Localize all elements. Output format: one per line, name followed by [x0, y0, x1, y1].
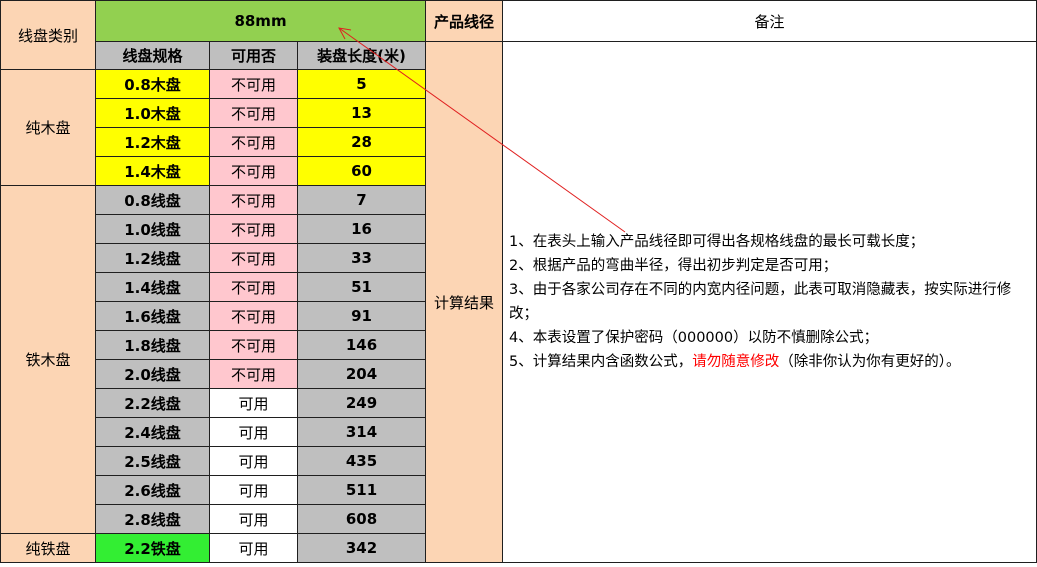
diameter-value: 88mm: [234, 12, 287, 30]
spec-cell: 1.4木盘: [95, 156, 210, 186]
status-cell: 不可用: [209, 156, 298, 186]
length-cell: 33: [296, 243, 427, 273]
spec-cell: 2.6线盘: [95, 475, 210, 505]
availability-header: 可用否: [209, 41, 298, 70]
diameter-input-cell[interactable]: 88mm: [94, 0, 427, 42]
length-cell: 511: [296, 475, 427, 505]
status-cell: 可用: [209, 504, 298, 534]
length-cell: 5: [296, 69, 427, 99]
notes-cell: 1、在表头上输入产品线径即可得出各规格线盘的最长可载长度； 2、根据产品的弯曲半…: [502, 41, 1037, 563]
note-line-4: 4、本表设置了保护密码（000000）以防不慎删除公式；: [509, 330, 879, 346]
spec-cell: 1.6线盘: [95, 301, 210, 331]
length-header: 装盘长度(米): [296, 41, 427, 70]
category-header-text: 线盘类别: [17, 26, 78, 45]
spool-length-sheet: 线盘类别 88mm 产品线径 备注 线盘规格 可用否 装盘长度(米) 计算结果 …: [0, 0, 1037, 563]
result-cell: 计算结果: [425, 41, 504, 563]
spec-cell: 1.8线盘: [95, 330, 210, 360]
spec-cell: 1.2线盘: [95, 243, 210, 273]
spec-cell: 0.8木盘: [95, 69, 210, 99]
status-cell: 不可用: [209, 69, 298, 99]
spec-cell: 0.8线盘: [95, 185, 210, 215]
note-line-5-prefix: 5、计算结果内含函数公式，: [509, 354, 693, 370]
spec-cell: 1.0木盘: [95, 98, 210, 128]
note-line-2: 2、根据产品的弯曲半径，得出初步判定是否可用；: [509, 258, 838, 274]
spec-header: 线盘规格: [95, 41, 210, 70]
group-wood: 纯木盘: [0, 69, 96, 186]
status-cell: 不可用: [209, 301, 298, 331]
length-header-text: 装盘长度(米): [317, 47, 406, 65]
note-line-3: 3、由于各家公司存在不同的内宽内径问题，此表可取消隐藏表，按实际进行修改；: [509, 282, 1012, 322]
group-iron-wood-label: 铁木盘: [25, 351, 71, 369]
status-cell: 不可用: [209, 272, 298, 302]
group-wood-label: 纯木盘: [25, 119, 71, 137]
spec-cell: 2.4线盘: [95, 417, 210, 447]
length-cell: 249: [296, 388, 427, 418]
length-cell: 342: [296, 533, 427, 563]
group-iron: 纯铁盘: [0, 533, 96, 563]
spec-cell: 1.4线盘: [95, 272, 210, 302]
spec-cell: 2.8线盘: [95, 504, 210, 534]
length-cell: 7: [296, 185, 427, 215]
spec-cell: 2.2线盘: [95, 388, 210, 418]
length-cell: 204: [296, 359, 427, 389]
status-cell: 不可用: [209, 98, 298, 128]
spec-cell: 2.0线盘: [95, 359, 210, 389]
product-diameter-text: 产品线径: [434, 12, 495, 31]
note-line-5-warning: 请勿随意修改: [692, 354, 780, 370]
status-cell: 可用: [209, 475, 298, 505]
group-iron-wood: 铁木盘: [0, 185, 96, 534]
status-cell: 可用: [209, 533, 298, 563]
length-cell: 314: [296, 417, 427, 447]
status-cell: 可用: [209, 388, 298, 418]
group-iron-label: 纯铁盘: [25, 539, 71, 558]
length-cell: 60: [296, 156, 427, 186]
status-cell: 可用: [209, 446, 298, 476]
result-label: 计算结果: [434, 293, 495, 312]
remarks-header-text: 备注: [754, 12, 785, 31]
category-header: 线盘类别: [0, 0, 96, 70]
status-cell: 不可用: [209, 214, 298, 244]
length-cell: 608: [296, 504, 427, 534]
remarks-header: 备注: [502, 0, 1037, 42]
spec-cell: 1.0线盘: [95, 214, 210, 244]
spec-cell: 2.2铁盘: [95, 533, 210, 563]
length-cell: 91: [296, 301, 427, 331]
length-cell: 16: [296, 214, 427, 244]
status-cell: 不可用: [209, 185, 298, 215]
status-cell: 可用: [209, 417, 298, 447]
length-cell: 13: [296, 98, 427, 128]
note-line-5-suffix: （除非你认为你有更好的）。: [779, 354, 961, 370]
length-cell: 51: [296, 272, 427, 302]
length-cell: 146: [296, 330, 427, 360]
spec-header-text: 线盘规格: [122, 47, 183, 65]
length-cell: 28: [296, 127, 427, 157]
status-cell: 不可用: [209, 359, 298, 389]
status-cell: 不可用: [209, 243, 298, 273]
note-line-1: 1、在表头上输入产品线径即可得出各规格线盘的最长可载长度；: [509, 234, 925, 250]
status-cell: 不可用: [209, 330, 298, 360]
note-line-5: 5、计算结果内含函数公式，请勿随意修改（除非你认为你有更好的）。: [509, 350, 1028, 374]
product-diameter-header: 产品线径: [425, 0, 504, 42]
length-cell: 435: [296, 446, 427, 476]
spec-cell: 2.5线盘: [95, 446, 210, 476]
availability-header-text: 可用否: [230, 47, 276, 65]
status-cell: 不可用: [209, 127, 298, 157]
spec-cell: 1.2木盘: [95, 127, 210, 157]
